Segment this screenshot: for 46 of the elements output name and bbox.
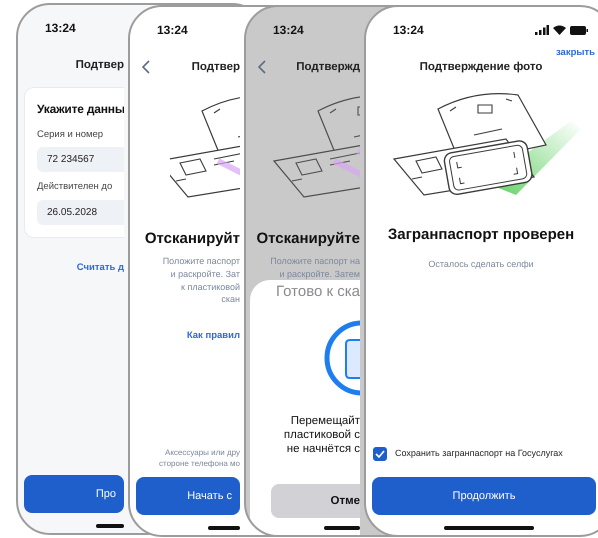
scan-heading: Отсканируйте xyxy=(256,230,360,247)
home-indicator xyxy=(324,526,360,530)
instruction-text: Положите паспорт xyxy=(162,256,240,266)
screen-title: Подтвержд xyxy=(296,61,360,73)
read-data-link[interactable]: Считать д xyxy=(76,262,124,272)
how-to-link[interactable]: Как правил xyxy=(186,330,240,342)
sheet-title: Готово к ска xyxy=(276,283,360,300)
status-time: 13:24 xyxy=(157,22,188,38)
footnote-text: стороне телефона мо xyxy=(159,459,240,468)
save-checkbox[interactable] xyxy=(373,447,387,461)
screen-title: Подтвер xyxy=(76,59,124,71)
sheet-text: пластиковой с xyxy=(284,429,360,441)
input-field[interactable]: 72 234567 xyxy=(37,147,124,172)
back-icon[interactable] xyxy=(258,60,266,74)
instruction-text: Положите паспорт на xyxy=(270,256,360,266)
status-time: 13:24 xyxy=(273,22,304,38)
screen-title: Подтвер xyxy=(192,61,240,73)
screen-title: Подтверждение фото xyxy=(420,61,542,73)
scan-heading: Отсканируйт xyxy=(144,230,240,247)
continue-button[interactable]: Про xyxy=(24,475,124,513)
input-field[interactable]: 26.05.2028 xyxy=(37,200,124,224)
sheet-text: не начнётся с xyxy=(286,443,360,455)
status-time: 13:24 xyxy=(45,20,76,36)
footnote-text: Аксессуары или дру xyxy=(164,448,240,457)
instruction-text: и раскройте. Затем xyxy=(280,268,360,279)
home-indicator xyxy=(96,524,124,528)
field-label: Действителен до xyxy=(37,180,114,194)
sheet-text: Перемещайт xyxy=(290,415,360,427)
subtitle-text: Осталось сделать селфи xyxy=(428,259,534,269)
instruction-text: к пластиковой xyxy=(181,282,240,292)
back-icon[interactable] xyxy=(142,60,150,74)
wifi-icon xyxy=(553,25,566,35)
continue-button[interactable]: Начать с xyxy=(136,477,240,515)
card-heading: Укажите данны xyxy=(37,101,124,118)
success-heading: Загранпаспорт проверен xyxy=(388,226,574,243)
battery-icon xyxy=(570,26,588,34)
field-label: Серия и номер xyxy=(37,128,104,142)
home-indicator xyxy=(208,526,240,530)
continue-button[interactable]: Продолжить xyxy=(372,477,596,515)
status-time: 13:24 xyxy=(393,22,424,38)
phone-scan-icon xyxy=(322,320,360,396)
instruction-text: скан xyxy=(221,294,240,304)
instruction-text: и раскройте. Зат xyxy=(170,268,240,279)
checkbox-label: Сохранить загранпаспорт на Госуслугах xyxy=(395,447,563,460)
cancel-button[interactable]: Отме xyxy=(271,484,360,518)
close-link[interactable]: закрыть xyxy=(556,47,595,59)
